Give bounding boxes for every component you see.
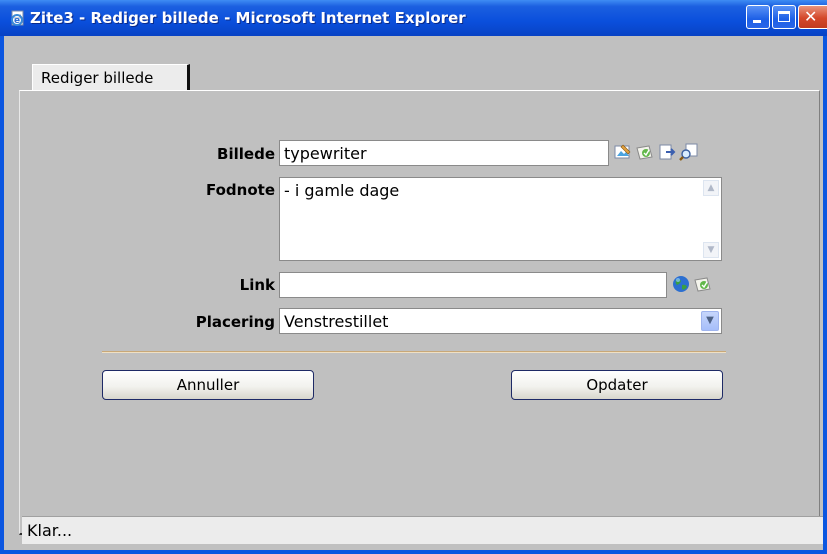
- ie-page-icon: e: [11, 10, 24, 26]
- divider: [102, 351, 726, 353]
- update-button[interactable]: Opdater: [511, 370, 723, 400]
- billede-label: Billede: [217, 145, 275, 163]
- minimize-button[interactable]: [746, 5, 770, 29]
- browser-window: e Zite3 - Rediger billede - Microsoft In…: [0, 0, 827, 554]
- window-title: Zite3 - Rediger billede - Microsoft Inte…: [30, 9, 466, 27]
- chevron-down-icon[interactable]: ▼: [701, 311, 719, 331]
- browse-link-icon[interactable]: [693, 274, 713, 294]
- browse-image-icon[interactable]: [635, 142, 655, 162]
- cancel-button[interactable]: Annuller: [102, 370, 314, 400]
- export-image-icon[interactable]: [657, 142, 677, 162]
- edit-image-icon[interactable]: [613, 142, 633, 162]
- placering-value: Venstrestillet: [284, 312, 389, 331]
- status-bar: Klar...: [22, 516, 823, 544]
- tab-rediger-billede[interactable]: Rediger billede: [32, 64, 190, 90]
- title-bar[interactable]: e Zite3 - Rediger billede - Microsoft In…: [0, 0, 827, 36]
- billede-input[interactable]: typewriter: [279, 140, 609, 166]
- fodnote-scrollbar[interactable]: ▲ ▼: [703, 180, 719, 258]
- link-label: Link: [239, 276, 275, 294]
- preview-image-icon[interactable]: [679, 142, 699, 162]
- minimize-icon: [753, 20, 761, 23]
- scroll-up-icon[interactable]: ▲: [703, 180, 719, 196]
- fodnote-textarea[interactable]: - i gamle dage ▲ ▼: [279, 177, 722, 261]
- maximize-button[interactable]: [772, 5, 796, 29]
- scroll-down-icon[interactable]: ▼: [703, 242, 719, 258]
- maximize-icon: [778, 11, 790, 22]
- client-area: Rediger billede Billede typewriter Fodno…: [4, 36, 823, 550]
- fodnote-text: - i gamle dage: [284, 181, 400, 200]
- globe-icon[interactable]: [671, 274, 691, 294]
- tab-label: Rediger billede: [41, 69, 154, 87]
- close-button[interactable]: ✕: [798, 5, 827, 29]
- link-input[interactable]: [279, 272, 667, 298]
- placering-label: Placering: [195, 313, 275, 331]
- fodnote-label: Fodnote: [205, 181, 275, 199]
- close-icon: ✕: [804, 7, 818, 26]
- status-text: Klar...: [27, 521, 73, 540]
- svg-text:e: e: [14, 16, 20, 26]
- placering-select[interactable]: Venstrestillet ▼: [279, 308, 722, 334]
